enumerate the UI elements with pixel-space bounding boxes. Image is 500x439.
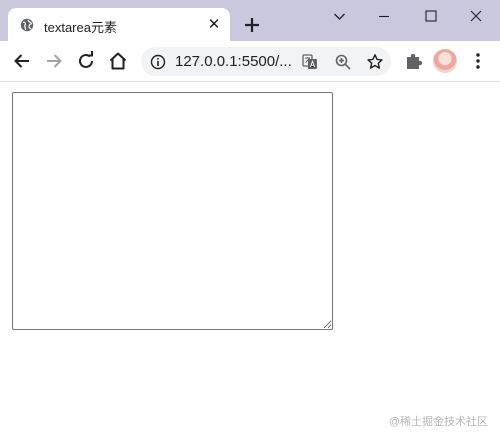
watermark: @稀土掘金技术社区 (388, 416, 488, 428)
info-icon[interactable] (150, 54, 166, 70)
browser-toolbar: 127.0.0.1:5500/... (0, 41, 500, 82)
tab-search-button[interactable] (318, 2, 360, 32)
tab-strip: textarea元素 ✕ (0, 0, 500, 41)
home-icon (109, 52, 127, 70)
profile-avatar[interactable] (433, 49, 457, 73)
content-textarea[interactable] (12, 92, 333, 330)
minimize-button[interactable] (363, 2, 405, 32)
address-bar[interactable]: 127.0.0.1:5500/... (141, 47, 391, 76)
kebab-menu-icon (476, 53, 480, 69)
browser-menu-button[interactable] (467, 50, 489, 72)
bookmark-star-icon[interactable] (366, 53, 384, 71)
zoom-icon[interactable] (334, 53, 352, 71)
maximize-icon (425, 10, 437, 22)
close-icon (470, 10, 482, 22)
close-window-button[interactable] (455, 2, 497, 32)
back-arrow-icon (14, 54, 29, 68)
url-text[interactable]: 127.0.0.1:5500/... (175, 53, 292, 70)
minimize-icon (379, 15, 389, 18)
plus-icon (245, 18, 259, 32)
browser-tab[interactable]: textarea元素 ✕ (8, 8, 230, 41)
back-button[interactable] (11, 50, 33, 72)
extensions-button[interactable] (403, 50, 425, 72)
tab-title: textarea元素 (44, 20, 117, 35)
home-button[interactable] (107, 50, 129, 72)
chevron-down-icon (334, 13, 345, 20)
forward-button[interactable] (43, 50, 65, 72)
new-tab-button[interactable] (240, 13, 264, 37)
forward-arrow-icon (47, 54, 62, 68)
puzzle-icon (407, 53, 423, 69)
reload-button[interactable] (75, 50, 97, 72)
globe-icon (20, 18, 34, 32)
translate-icon[interactable] (301, 53, 319, 71)
tab-close-icon[interactable]: ✕ (206, 17, 222, 33)
reload-icon (79, 51, 93, 68)
maximize-button[interactable] (410, 2, 452, 32)
